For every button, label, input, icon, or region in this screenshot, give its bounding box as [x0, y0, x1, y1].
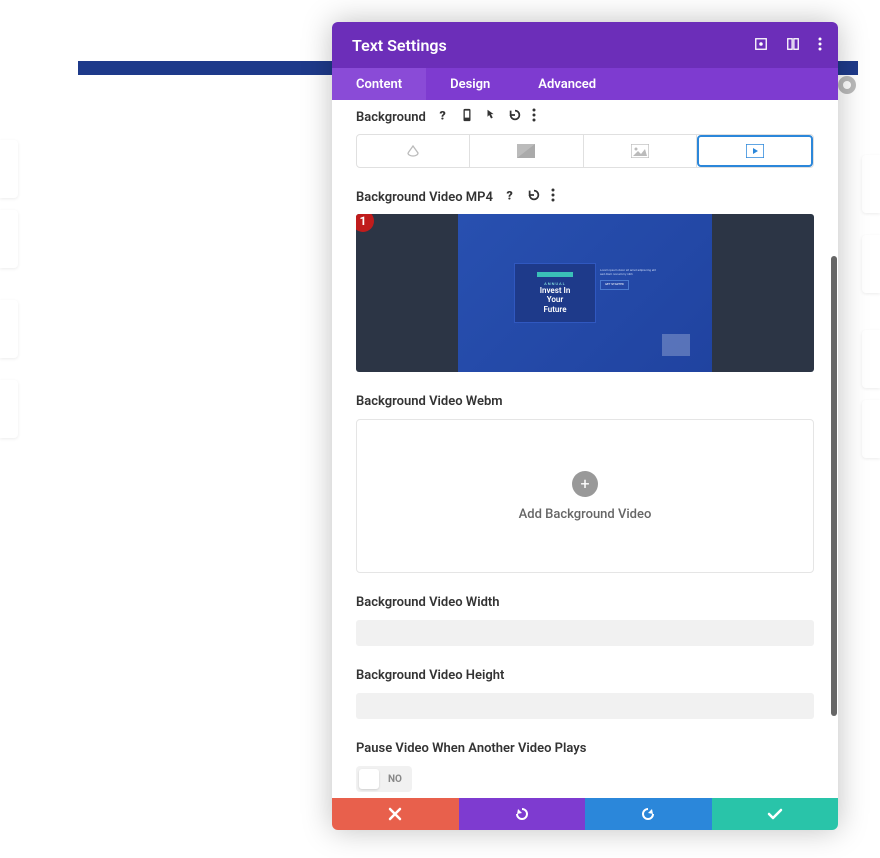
side-card: [862, 330, 880, 388]
tab-design[interactable]: Design: [426, 68, 514, 100]
side-card: [0, 380, 18, 438]
bg-type-video[interactable]: [697, 135, 813, 167]
close-bubble-icon[interactable]: [838, 76, 856, 94]
preview-frame: ANNUAL Invest In Your Future Lorem ipsum…: [458, 214, 712, 372]
bg-type-image[interactable]: [584, 135, 697, 167]
preview-paragraph: Lorem ipsum dolor sit amet adipiscing el…: [596, 263, 656, 291]
side-card: [0, 300, 18, 358]
menu-vertical-icon[interactable]: [818, 36, 822, 55]
undo-button[interactable]: [459, 798, 586, 830]
confirm-button[interactable]: [712, 798, 839, 830]
field-label-background: Background: [356, 110, 426, 125]
side-card: [862, 235, 880, 293]
bg-video-height-input[interactable]: [356, 693, 814, 719]
redo-button[interactable]: [585, 798, 712, 830]
svg-text:?: ?: [439, 108, 445, 122]
video-preview-mp4[interactable]: 1 ANNUAL Invest In Your Future Lorem ips…: [356, 214, 814, 372]
preview-cta-button: GET STARTED: [600, 280, 629, 290]
phone-icon[interactable]: [460, 108, 474, 126]
settings-modal: Text Settings Content Design Advanced Ba…: [332, 22, 838, 830]
field-label-bg-video-width: Background Video Width: [356, 595, 814, 610]
tab-content[interactable]: Content: [332, 68, 426, 100]
svg-text:?: ?: [506, 188, 512, 202]
background-type-chooser: [356, 134, 814, 168]
plus-icon: +: [572, 471, 598, 497]
expand-icon[interactable]: [754, 36, 768, 55]
preview-content-card: ANNUAL Invest In Your Future: [514, 263, 596, 324]
toggle-state-label: NO: [388, 774, 402, 785]
bg-type-color[interactable]: [357, 135, 470, 167]
menu-vertical-icon[interactable]: [532, 108, 536, 126]
background-field-row: Background ?: [356, 108, 814, 126]
bg-video-webm-dropzone[interactable]: + Add Background Video: [356, 419, 814, 573]
bg-video-mp4-row: Background Video MP4 ?: [356, 188, 814, 206]
scrollbar[interactable]: [831, 256, 837, 716]
modal-content: Background ? Background Video MP4 ?: [332, 100, 838, 830]
help-icon[interactable]: ?: [503, 188, 517, 206]
side-card: [0, 210, 18, 268]
dropzone-label: Add Background Video: [519, 507, 652, 522]
side-card: [862, 155, 880, 213]
tab-advanced[interactable]: Advanced: [514, 68, 620, 100]
hover-icon[interactable]: [484, 108, 498, 126]
toggle-pause-another[interactable]: NO: [356, 766, 412, 792]
side-card: [0, 140, 18, 198]
modal-footer: [332, 798, 838, 830]
modal-title: Text Settings: [352, 36, 447, 55]
preview-overlay-box: [662, 334, 690, 356]
menu-vertical-icon[interactable]: [551, 188, 555, 206]
tab-label: Content: [356, 77, 402, 92]
tabs: Content Design Advanced: [332, 68, 838, 100]
modal-header: Text Settings: [332, 22, 838, 68]
tab-label: Advanced: [538, 77, 596, 92]
field-label-bg-video-webm: Background Video Webm: [356, 394, 814, 409]
reset-icon[interactable]: [527, 188, 541, 206]
help-icon[interactable]: ?: [436, 108, 450, 126]
bg-type-gradient[interactable]: [470, 135, 583, 167]
cancel-button[interactable]: [332, 798, 459, 830]
columns-icon[interactable]: [786, 36, 800, 55]
annotation-badge-1: 1: [356, 214, 374, 232]
field-label-bg-video-mp4: Background Video MP4: [356, 190, 493, 205]
side-card: [862, 400, 880, 458]
field-label-pause-another: Pause Video When Another Video Plays: [356, 741, 814, 756]
reset-icon[interactable]: [508, 108, 522, 126]
field-label-bg-video-height: Background Video Height: [356, 668, 814, 683]
tab-label: Design: [450, 77, 490, 92]
bg-video-width-input[interactable]: [356, 620, 814, 646]
